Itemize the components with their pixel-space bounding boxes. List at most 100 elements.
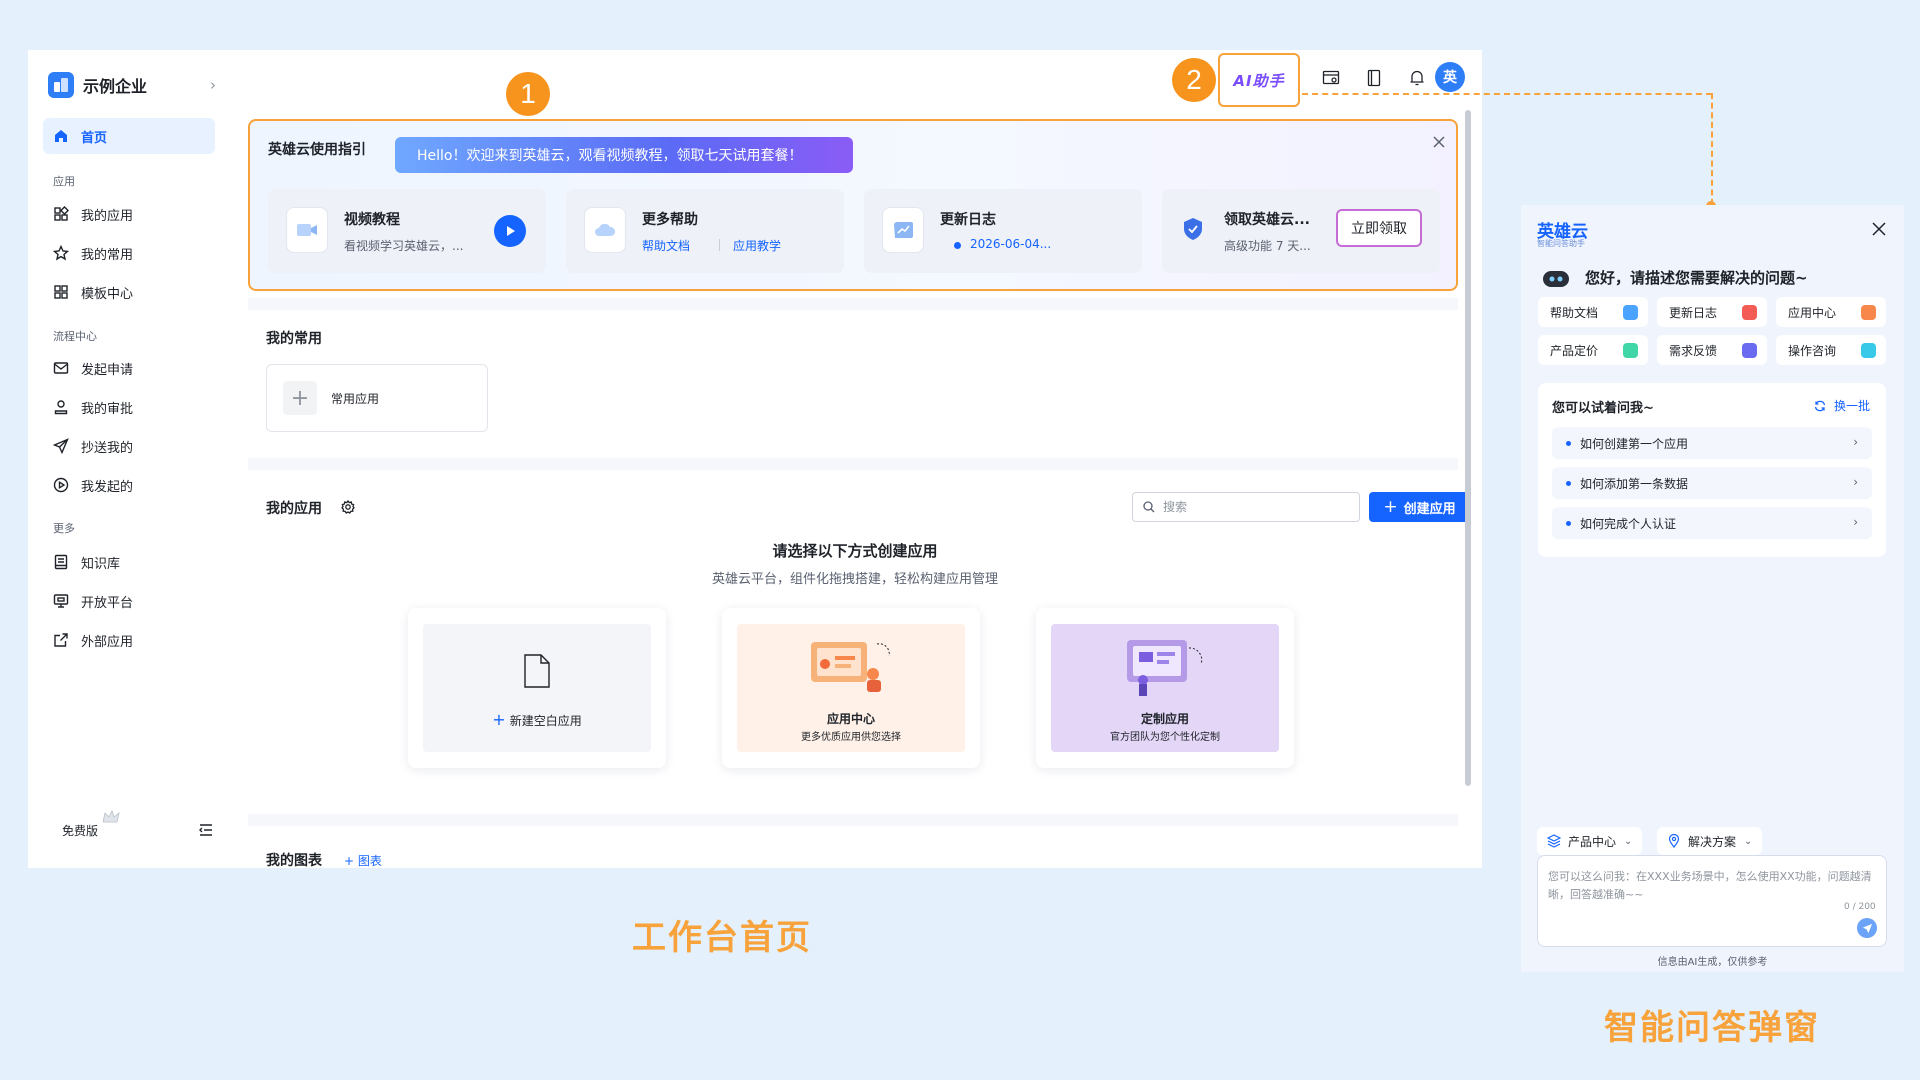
guide-card-changelog[interactable]: 更新日志 2026-06-04... [864, 189, 1142, 273]
suggested-question[interactable]: 如何创建第一个应用 › [1552, 427, 1872, 459]
guide-card-video[interactable]: 视频教程 看视频学习英雄云，... [268, 189, 546, 273]
mail-send-icon [53, 362, 69, 374]
my-apps-title: 我的应用 [266, 501, 322, 517]
feedback-icon [1742, 343, 1757, 358]
location-pin-icon [1668, 834, 1680, 848]
chevron-right-icon: › [210, 76, 216, 94]
chevron-right-icon: › [1853, 475, 1858, 489]
create-app-button[interactable]: + 创建应用 [1369, 492, 1470, 522]
app-search-input[interactable] [1132, 492, 1360, 522]
ai-brand-subtitle: 智能问答助手 [1537, 239, 1585, 248]
quick-help-docs[interactable]: 帮助文档 [1538, 297, 1648, 327]
cloud-help-icon [584, 207, 626, 253]
option-sub: 官方团队为您个性化定制 [1110, 732, 1220, 743]
quick-app-center[interactable]: 应用中心 [1776, 297, 1886, 327]
close-icon[interactable] [1872, 222, 1886, 236]
ai-chat-popup: 英雄云 智能问答助手 您好，请描述您需要解决的问题~ 帮助文档 更新日志 应用中… [1521, 205, 1904, 972]
add-favorite-app-card[interactable]: + 常用应用 [266, 364, 488, 432]
ai-question-box[interactable]: 0 / 200 [1537, 855, 1887, 947]
changelog-icon [1742, 305, 1757, 320]
play-button[interactable] [494, 215, 526, 247]
sidebar-item-label: 发起申请 [81, 362, 134, 378]
guide-title: 英雄云使用指引 [268, 142, 366, 158]
quick-pricing[interactable]: 产品定价 [1538, 335, 1648, 365]
plus-icon: + [492, 710, 506, 729]
topbar-window-button[interactable] [1318, 64, 1344, 92]
changelog-date: 2026-06-04... [970, 237, 1052, 251]
org-switcher[interactable]: 示例企业 › [48, 70, 216, 100]
sidebar-item-cc[interactable]: 抄送我的 [43, 428, 215, 464]
option-blank-app[interactable]: + 新建空白应用 [408, 608, 666, 768]
suggested-question[interactable]: 如何完成个人认证 › [1552, 507, 1872, 539]
connector-line [1302, 93, 1712, 95]
sidebar-item-favorites[interactable]: 我的常用 [43, 235, 215, 271]
topbar-notebook-button[interactable] [1361, 64, 1387, 92]
pricing-icon [1623, 343, 1638, 358]
refresh-suggestions-button[interactable]: 换一批 [1814, 397, 1870, 414]
sidebar-item-label: 抄送我的 [81, 440, 134, 456]
sidebar-item-label: 知识库 [81, 556, 121, 572]
sidebar-item-label: 我发起的 [81, 479, 134, 495]
main-scrollbar[interactable] [1465, 110, 1471, 786]
claim-now-button[interactable]: 立即领取 [1336, 209, 1422, 247]
sidebar-item-my-apps[interactable]: 我的应用 [43, 196, 215, 232]
welcome-banner[interactable]: Hello！欢迎来到英雄云，观看视频教程，领取七天试用套餐！ [395, 137, 853, 173]
guide-card-title: 视频教程 [344, 212, 400, 228]
guide-card-help[interactable]: 更多帮助 帮助文档 应用教学 [566, 189, 844, 273]
add-chart-link[interactable]: + 图表 [344, 852, 382, 868]
create-app-subheading: 英雄云平台，组件化拖拽搭建，轻松构建应用管理 [711, 572, 998, 587]
sidebar-item-label: 开放平台 [81, 595, 134, 611]
sidebar-item-label: 外部应用 [81, 634, 134, 650]
sidebar-item-label: 我的审批 [81, 401, 134, 417]
quick-changelog[interactable]: 更新日志 [1657, 297, 1767, 327]
sidebar-item-label: 模板中心 [81, 286, 134, 302]
ai-question-input[interactable] [1548, 868, 1878, 908]
blank-app-panel: + 新建空白应用 [423, 624, 651, 752]
product-center-dropdown[interactable]: 产品中心 ⌄ [1537, 827, 1643, 855]
sidebar-item-templates[interactable]: 模板中心 [43, 274, 215, 310]
collapse-sidebar-icon[interactable] [198, 822, 214, 838]
sidebar-item-label: 我的应用 [81, 208, 134, 224]
shield-badge-icon [1184, 218, 1202, 240]
ai-assistant-button[interactable]: AI助手 [1218, 53, 1300, 107]
chevron-down-icon: ⌄ [1624, 835, 1633, 847]
send-button[interactable] [1857, 918, 1877, 938]
home-icon [55, 130, 67, 142]
app-tutorial-link[interactable]: 应用教学 [733, 237, 781, 254]
sidebar-item-knowledge[interactable]: 知识库 [43, 544, 215, 580]
option-custom-app[interactable]: 定制应用 官方团队为您个性化定制 [1036, 608, 1294, 768]
quick-feedback[interactable]: 需求反馈 [1657, 335, 1767, 365]
sidebar-item-submit[interactable]: 发起申请 [43, 350, 215, 386]
gear-icon[interactable] [341, 500, 355, 514]
status-dot [954, 242, 961, 249]
sidebar-item-open-platform[interactable]: 开放平台 [43, 583, 215, 619]
section-divider [248, 298, 1458, 310]
help-docs-link[interactable]: 帮助文档 [642, 237, 690, 254]
workbench-window: 示例企业 › 首页 应用 我的应用 我的常用 模板中心 流程中心 发起申请 我的… [28, 50, 1482, 868]
suggested-question[interactable]: 如何添加第一条数据 › [1552, 467, 1872, 499]
blank-file-icon [524, 654, 550, 688]
option-app-center[interactable]: 应用中心 更多优质应用供您选择 [722, 608, 980, 768]
user-stamp-icon [54, 400, 68, 415]
option-title: 应用中心 [826, 712, 875, 726]
sidebar-item-initiated[interactable]: 我发起的 [43, 467, 215, 503]
search-field[interactable] [1163, 500, 1343, 514]
play-icon [507, 226, 515, 236]
solutions-dropdown[interactable]: 解决方案 ⌄ [1657, 827, 1763, 855]
guide-card-title: 领取英雄云... [1224, 212, 1310, 228]
guide-card-trial[interactable]: 领取英雄云... 高级功能 7 天... 立即领取 [1162, 189, 1440, 273]
sidebar-item-home[interactable]: 首页 [43, 118, 215, 154]
user-avatar[interactable]: 英 [1435, 62, 1465, 92]
main-content: 1 2 AI助手 英 英雄云使用指引 Hello！欢迎来到英雄云，观看视频教程，… [228, 50, 1482, 868]
sidebar-item-external[interactable]: 外部应用 [43, 622, 215, 658]
book-icon [54, 554, 68, 570]
guide-card-sub: 高级功能 7 天... [1224, 239, 1311, 253]
consult-icon [1861, 343, 1876, 358]
help-docs-icon [1623, 305, 1638, 320]
sidebar-item-approvals[interactable]: 我的审批 [43, 389, 215, 425]
close-icon[interactable] [1432, 135, 1446, 149]
link-separator [719, 239, 720, 251]
quick-consult[interactable]: 操作咨询 [1776, 335, 1886, 365]
nav-group-apps: 应用 [53, 175, 75, 188]
topbar-notification-button[interactable] [1404, 64, 1430, 92]
